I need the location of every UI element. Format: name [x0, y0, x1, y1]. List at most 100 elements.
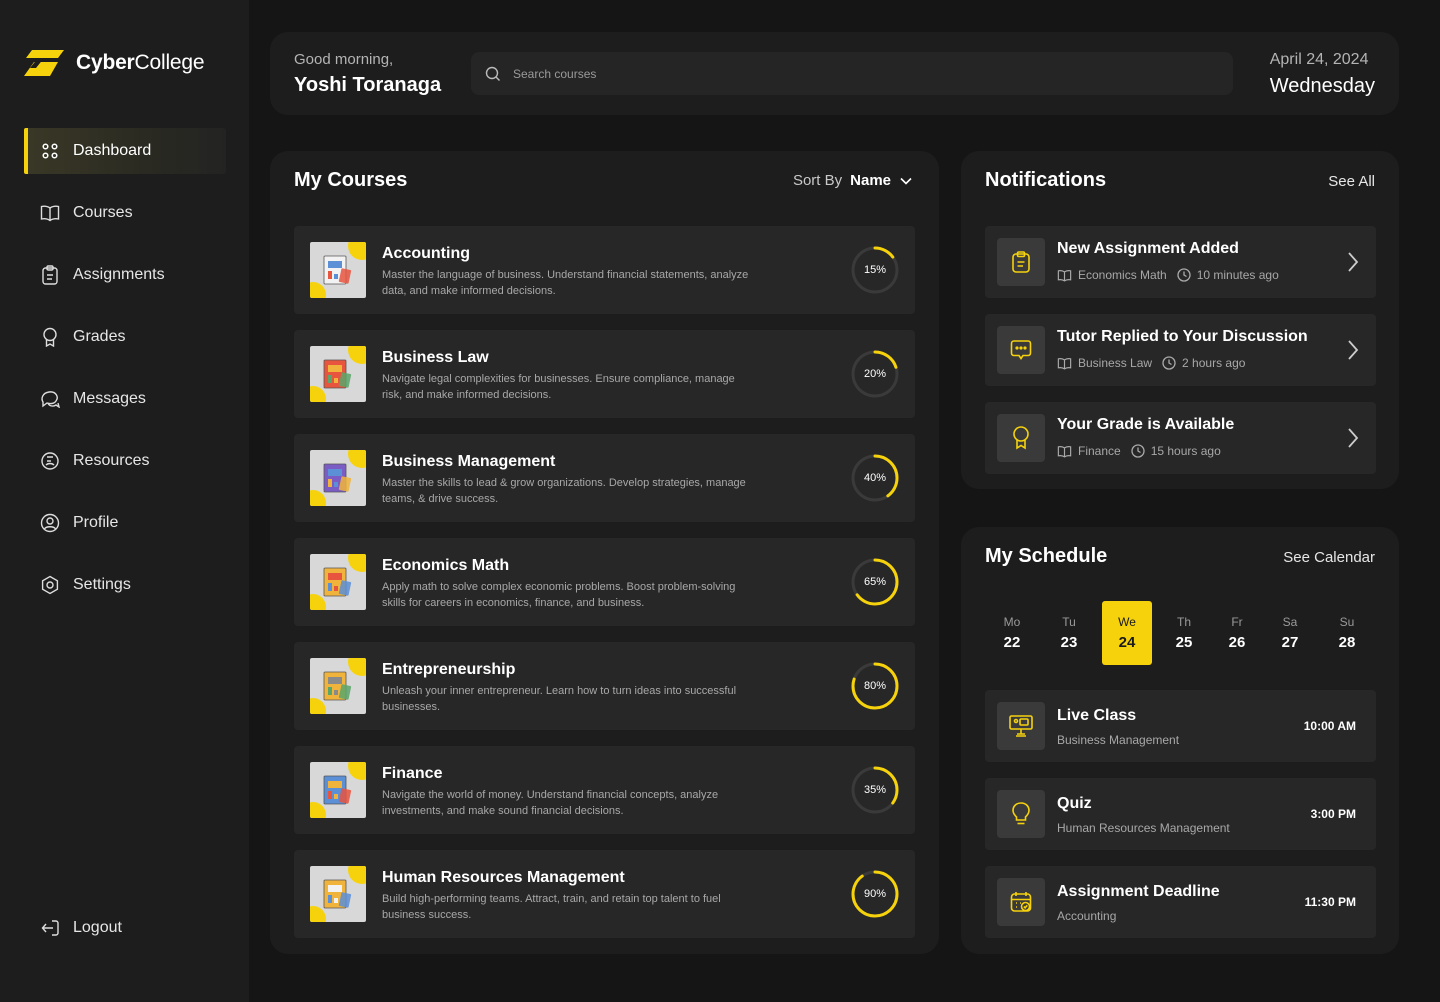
date-text: April 24, 2024: [1269, 51, 1369, 68]
day-number: 22: [1003, 634, 1021, 651]
day-we[interactable]: We 24: [1102, 601, 1152, 665]
course-description: Apply math to solve complex economic pro…: [382, 581, 736, 609]
course-card[interactable]: Economics Math Apply math to solve comple…: [294, 538, 915, 626]
notification-time: 2 hours ago: [1182, 356, 1246, 370]
progress-label: 80%: [863, 680, 887, 692]
sidebar-item-settings[interactable]: Settings: [24, 562, 226, 608]
course-description: Master the skills to lead & grow organiz…: [382, 477, 746, 505]
clock-icon: [1131, 444, 1145, 458]
day-number: 24: [1118, 634, 1136, 651]
sidebar-item-dashboard[interactable]: Dashboard: [24, 128, 226, 174]
logout-button[interactable]: Logout: [40, 918, 122, 938]
sidebar-item-label: Settings: [73, 576, 131, 593]
event-time: 10:00 AM: [1303, 719, 1356, 733]
sidebar-item-profile[interactable]: Profile: [24, 500, 226, 546]
clock-icon: [1177, 268, 1191, 282]
chevron-right-icon: [1348, 428, 1359, 448]
sidebar: CyberCollege Dashboard Courses Assignmen…: [0, 0, 249, 1002]
schedule-event[interactable]: Live Class Business Management 10:00 AM: [985, 690, 1376, 762]
event-title: Quiz: [1057, 795, 1092, 812]
chevron-down-icon: [900, 177, 912, 185]
course-progress: 20%: [850, 349, 900, 399]
schedule-event[interactable]: Assignment Deadline Accounting 11:30 PM: [985, 866, 1376, 938]
course-card[interactable]: Human Resources Management Build high-per…: [294, 850, 915, 938]
sort-dropdown[interactable]: Sort By Name: [793, 172, 913, 189]
course-description: Master the language of business. Underst…: [382, 269, 749, 297]
sidebar-item-assignments[interactable]: Assignments: [24, 252, 226, 298]
course-thumbnail: [310, 658, 366, 714]
weekday-text: Wednesday: [1269, 75, 1375, 97]
course-card[interactable]: Accounting Master the language of busines…: [294, 226, 915, 314]
sidebar-item-courses[interactable]: Courses: [24, 190, 226, 236]
day-number: 23: [1060, 634, 1078, 651]
event-title: Live Class: [1057, 707, 1137, 724]
course-card[interactable]: Finance Navigate the world of money. Unde…: [294, 746, 915, 834]
progress-label: 40%: [863, 472, 887, 484]
sidebar-item-label: Messages: [73, 390, 146, 407]
logo-mark-icon: [24, 50, 64, 76]
logout-label: Logout: [73, 919, 122, 936]
course-card[interactable]: Business Law Navigate legal complexities …: [294, 330, 915, 418]
schedule-event[interactable]: Quiz Human Resources Management 3:00 PM: [985, 778, 1376, 850]
notification-item[interactable]: Tutor Replied to Your Discussion Busines…: [985, 314, 1376, 386]
day-tu[interactable]: Tu 23: [1045, 601, 1093, 665]
day-number: 25: [1175, 634, 1193, 651]
course-title: Business Management: [382, 453, 556, 470]
search-bar[interactable]: [471, 52, 1233, 95]
current-date: April 24, 2024 Wednesday: [1270, 51, 1375, 98]
day-mo[interactable]: Mo 22: [988, 601, 1036, 665]
event-time: 3:00 PM: [1310, 807, 1356, 821]
course-thumbnail: [310, 242, 366, 298]
lightbulb-icon: [997, 790, 1045, 838]
progress-label: 35%: [863, 784, 887, 796]
sidebar-item-label: Grades: [73, 328, 126, 345]
sidebar-item-grades[interactable]: Grades: [24, 314, 226, 360]
grid-icon: [40, 141, 60, 161]
badge-icon: [997, 414, 1045, 462]
see-all-link[interactable]: See All: [1328, 173, 1375, 190]
day-name: Su: [1339, 615, 1355, 629]
notification-item[interactable]: Your Grade is Available Finance 15 hours…: [985, 402, 1376, 474]
my-schedule-panel: My Schedule See Calendar Mo 22 Tu 23 We …: [961, 527, 1399, 954]
notifications-title: Notifications: [985, 169, 1107, 191]
course-title: Human Resources Management: [382, 869, 625, 886]
notification-title: New Assignment Added: [1057, 240, 1239, 257]
day-th[interactable]: Th 25: [1160, 601, 1208, 665]
day-number: 27: [1281, 634, 1299, 651]
clipboard-icon: [40, 265, 60, 285]
logo[interactable]: CyberCollege: [24, 48, 205, 78]
my-courses-title: My Courses: [294, 169, 408, 191]
book-icon: [1057, 445, 1072, 458]
course-card[interactable]: Entrepreneurship Unleash your inner entre…: [294, 642, 915, 730]
course-title: Accounting: [382, 245, 470, 262]
course-description: Unleash your inner entrepreneur. Learn h…: [382, 685, 737, 713]
day-name: Sa: [1282, 615, 1298, 629]
course-card[interactable]: Business Management Master the skills to …: [294, 434, 915, 522]
sidebar-item-resources[interactable]: Resources: [24, 438, 226, 484]
day-sa[interactable]: Sa 27: [1266, 601, 1314, 665]
my-courses-panel: My Courses Sort By Name Accounting Master…: [270, 151, 939, 954]
notification-time: 10 minutes ago: [1196, 268, 1279, 282]
course-thumbnail: [310, 762, 366, 818]
event-course: Business Management: [1057, 733, 1180, 747]
course-title: Economics Math: [382, 557, 510, 574]
course-title: Finance: [382, 765, 443, 782]
day-su[interactable]: Su 28: [1323, 601, 1371, 665]
event-title: Assignment Deadline: [1057, 883, 1220, 900]
top-header: Good morning, Yoshi Toranaga April 24, 2…: [270, 32, 1399, 115]
search-input[interactable]: [513, 66, 1113, 81]
day-name: We: [1118, 615, 1136, 629]
notification-item[interactable]: New Assignment Added Economics Math 10 m…: [985, 226, 1376, 298]
see-calendar-link[interactable]: See Calendar: [1283, 549, 1375, 566]
user-name: Yoshi Toranaga: [294, 74, 442, 96]
notification-meta: Economics Math 10 minutes ago: [1057, 268, 1279, 282]
day-fr[interactable]: Fr 26: [1217, 601, 1257, 665]
event-course: Human Resources Management: [1057, 821, 1230, 835]
sidebar-item-messages[interactable]: Messages: [24, 376, 226, 422]
presentation-icon: [997, 702, 1045, 750]
notifications-panel: Notifications See All New Assignment Add…: [961, 151, 1399, 489]
event-course: Accounting: [1057, 909, 1117, 923]
course-thumbnail: [310, 346, 366, 402]
event-time: 11:30 PM: [1304, 895, 1356, 909]
resources-icon: [40, 451, 60, 471]
